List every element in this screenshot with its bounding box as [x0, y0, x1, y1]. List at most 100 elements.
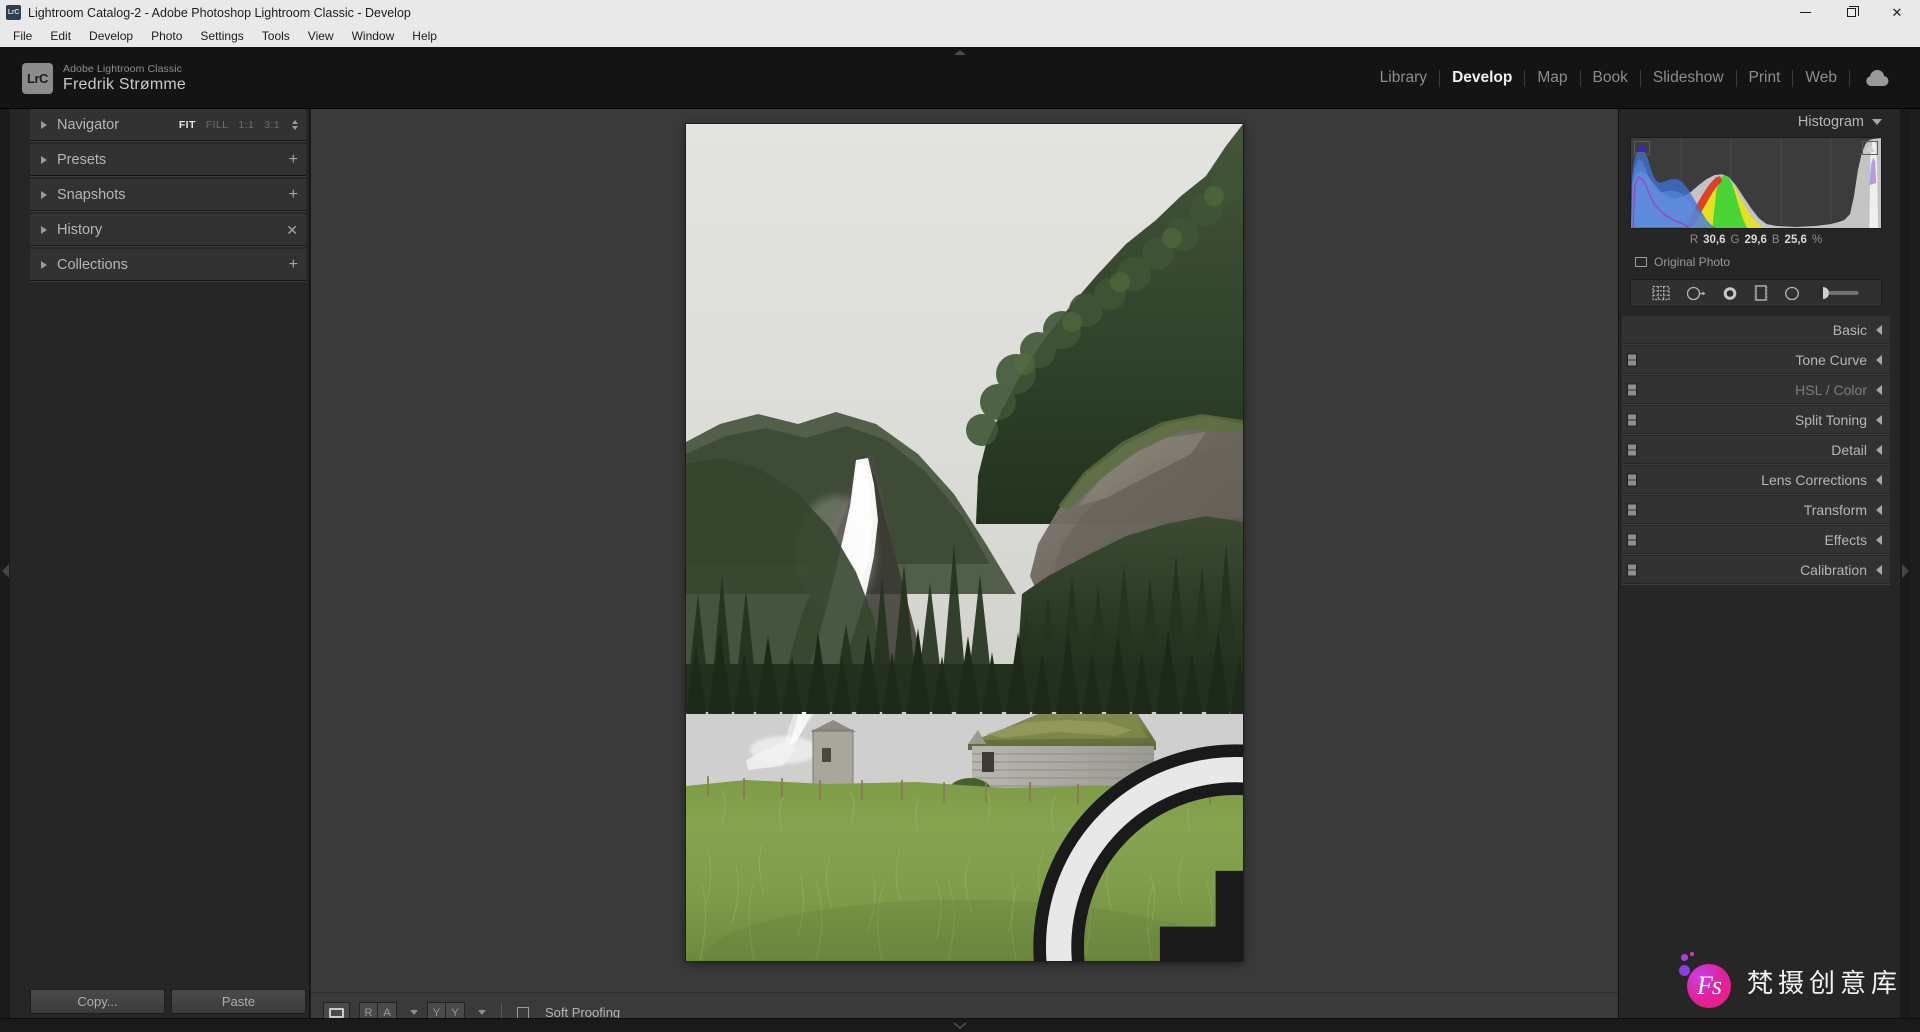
- right-panel-collapse-toggle[interactable]: [1900, 109, 1910, 1032]
- panel-enable-switch[interactable]: [1627, 533, 1637, 546]
- add-preset-icon[interactable]: +: [289, 151, 298, 168]
- left-panel-collapse-toggle[interactable]: [0, 109, 10, 1032]
- module-library[interactable]: Library: [1368, 69, 1439, 87]
- minimize-button[interactable]: [1782, 0, 1828, 25]
- zoom-3to1-option[interactable]: 3:1: [264, 119, 280, 131]
- chevron-down-icon: [1872, 119, 1882, 125]
- zoom-fill-option[interactable]: FILL: [206, 119, 229, 131]
- module-book[interactable]: Book: [1581, 69, 1640, 87]
- histogram-graph[interactable]: [1630, 137, 1882, 229]
- menu-tools[interactable]: Tools: [253, 26, 299, 46]
- panel-label: HSL / Color: [1795, 381, 1867, 398]
- chevron-left-icon: [1876, 354, 1882, 365]
- chevron-left-icon: [1876, 534, 1882, 545]
- right-panel-sections: Histogram R 30,6 G 29,6 B 25,6 % Origina…: [1622, 109, 1890, 586]
- menu-edit[interactable]: Edit: [41, 26, 80, 46]
- original-photo-toggle[interactable]: Original Photo: [1622, 251, 1890, 273]
- close-button[interactable]: ✕: [1874, 0, 1920, 25]
- sidebar-item-collections[interactable]: Collections +: [30, 249, 306, 282]
- workspace: Navigator FIT FILL 1:1 3:1 Presets + Sna…: [0, 109, 1920, 1032]
- panel-enable-switch[interactable]: [1627, 473, 1637, 486]
- identity-plate[interactable]: LrC Adobe Lightroom Classic Fredrik Strø…: [22, 63, 186, 95]
- menu-file[interactable]: File: [4, 26, 41, 46]
- copy-button[interactable]: Copy...: [30, 989, 165, 1014]
- zoom-stepper[interactable]: [292, 119, 298, 130]
- menu-bar: File Edit Develop Photo Settings Tools V…: [0, 25, 1920, 47]
- graduated-filter-icon: [1754, 285, 1768, 301]
- filmstrip-collapse-bar[interactable]: [0, 1018, 1920, 1032]
- module-web[interactable]: Web: [1793, 69, 1849, 87]
- shed: [810, 720, 856, 793]
- sidebar-item-snapshots[interactable]: Snapshots +: [30, 179, 306, 212]
- rgb-unit: %: [1811, 234, 1823, 246]
- panel-label: Detail: [1831, 441, 1867, 458]
- radial-filter-tool[interactable]: [1784, 286, 1800, 301]
- module-develop[interactable]: Develop: [1440, 69, 1524, 87]
- module-map[interactable]: Map: [1525, 69, 1579, 87]
- compare-view-dropdown-icon[interactable]: [478, 1010, 486, 1015]
- spot-removal-tool[interactable]: [1686, 286, 1706, 301]
- rgb-readout: R 30,6 G 29,6 B 25,6 %: [1622, 229, 1890, 251]
- panel-enable-switch[interactable]: [1627, 383, 1637, 396]
- panel-calibration[interactable]: Calibration: [1622, 556, 1890, 585]
- histogram-header[interactable]: Histogram: [1622, 109, 1890, 135]
- rgb-b-value: 25,6: [1784, 234, 1807, 246]
- panel-enable-switch[interactable]: [1627, 503, 1637, 516]
- sidebar-item-label: Presets: [57, 151, 107, 168]
- panel-effects[interactable]: Effects: [1622, 526, 1890, 555]
- menu-settings[interactable]: Settings: [191, 26, 252, 46]
- clear-history-icon[interactable]: ✕: [286, 223, 298, 237]
- photo-stage[interactable]: [311, 109, 1618, 976]
- panel-enable-switch[interactable]: [1627, 413, 1637, 426]
- sidebar-item-history[interactable]: History ✕: [30, 214, 306, 247]
- red-eye-correction-icon: [1723, 286, 1737, 300]
- cabin: [968, 714, 1156, 798]
- adjustment-brush-tool[interactable]: [1816, 286, 1860, 300]
- soft-proofing-checkbox[interactable]: [517, 1006, 529, 1019]
- original-photo-checkbox-icon: [1635, 257, 1647, 267]
- histogram-plot: [1631, 138, 1881, 228]
- sidebar-item-navigator[interactable]: Navigator FIT FILL 1:1 3:1: [30, 109, 306, 142]
- zoom-1to1-option[interactable]: 1:1: [238, 119, 254, 131]
- add-collection-icon[interactable]: +: [289, 256, 298, 273]
- chevron-left-icon: [1876, 384, 1882, 395]
- panel-enable-switch[interactable]: [1627, 443, 1637, 456]
- cloud-sync-button[interactable]: [1850, 69, 1900, 87]
- photo-preview[interactable]: [686, 124, 1243, 961]
- before-after-dropdown-icon[interactable]: [410, 1010, 418, 1015]
- top-panel-collapse-toggle[interactable]: [930, 47, 990, 58]
- sidebar-item-presets[interactable]: Presets +: [30, 144, 306, 177]
- right-panel: Histogram R 30,6 G 29,6 B 25,6 % Origina…: [1618, 109, 1910, 1032]
- menu-help[interactable]: Help: [403, 26, 446, 46]
- panel-hsl-color[interactable]: HSL / Color: [1622, 376, 1890, 405]
- panel-enable-switch[interactable]: [1627, 353, 1637, 366]
- disclosure-triangle-icon: [41, 155, 47, 164]
- panel-tone-curve[interactable]: Tone Curve: [1622, 346, 1890, 375]
- panel-split-toning[interactable]: Split Toning: [1622, 406, 1890, 435]
- graduated-filter-tool[interactable]: [1754, 285, 1768, 301]
- panel-label: Calibration: [1800, 561, 1867, 578]
- crop-overlay-tool[interactable]: [1652, 285, 1670, 301]
- menu-develop[interactable]: Develop: [80, 26, 142, 46]
- panel-transform[interactable]: Transform: [1622, 496, 1890, 525]
- highlight-clipping-button[interactable]: [1862, 141, 1878, 155]
- shadow-clipping-button[interactable]: [1634, 141, 1650, 155]
- panel-enable-switch[interactable]: [1627, 563, 1637, 576]
- add-snapshot-icon[interactable]: +: [289, 186, 298, 203]
- panel-detail[interactable]: Detail: [1622, 436, 1890, 465]
- module-print[interactable]: Print: [1737, 69, 1793, 87]
- menu-photo[interactable]: Photo: [142, 26, 191, 46]
- paste-button[interactable]: Paste: [171, 989, 306, 1014]
- rgb-r-value: 30,6: [1703, 234, 1726, 246]
- panel-label: Split Toning: [1794, 411, 1867, 428]
- panel-basic[interactable]: Basic: [1622, 316, 1890, 345]
- sidebar-item-label: Collections: [57, 256, 128, 273]
- maximize-button[interactable]: [1828, 0, 1874, 25]
- panel-lens-corrections[interactable]: Lens Corrections: [1622, 466, 1890, 495]
- menu-window[interactable]: Window: [343, 26, 404, 46]
- menu-view[interactable]: View: [299, 26, 343, 46]
- chevron-left-icon: [1876, 504, 1882, 515]
- module-slideshow[interactable]: Slideshow: [1641, 69, 1736, 87]
- zoom-fit-option[interactable]: FIT: [179, 119, 196, 131]
- red-eye-correction-tool[interactable]: [1722, 286, 1738, 301]
